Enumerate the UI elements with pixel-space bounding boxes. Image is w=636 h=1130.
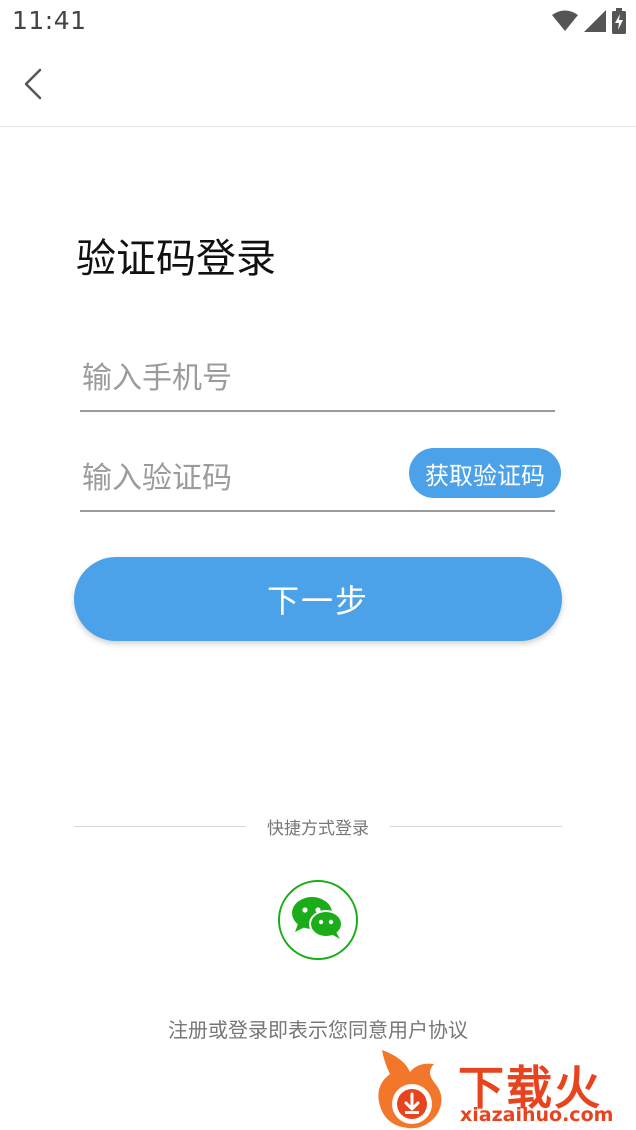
user-agreement-link[interactable]: 用户协议	[388, 1018, 468, 1042]
back-button[interactable]	[14, 62, 58, 106]
status-time: 11:41	[12, 6, 87, 35]
battery-charging-icon	[612, 8, 626, 38]
watermark: 下载火 xiazaihuo.com	[374, 1048, 636, 1130]
divider-right	[390, 826, 562, 827]
next-button[interactable]: 下一步	[74, 557, 562, 641]
verification-code-input[interactable]	[80, 450, 404, 506]
page-title: 验证码登录	[76, 236, 276, 282]
wechat-login-button[interactable]	[278, 880, 358, 960]
status-icons	[552, 8, 626, 38]
get-code-button[interactable]: 获取验证码	[409, 448, 561, 498]
watermark-url: xiazaihuo.com	[460, 1104, 614, 1126]
status-bar: 11:41	[0, 0, 636, 44]
quick-login-label: 快捷方式登录	[267, 819, 369, 839]
agreement-prefix: 注册或登录即表示您同意	[168, 1018, 388, 1042]
divider-left	[74, 826, 246, 827]
phone-field	[80, 350, 555, 412]
agreement-text: 注册或登录即表示您同意用户协议	[0, 1014, 636, 1043]
wechat-icon	[290, 894, 346, 946]
signal-icon	[584, 10, 606, 36]
chevron-left-icon	[14, 68, 58, 110]
nav-bar	[0, 44, 636, 127]
wifi-icon	[552, 10, 578, 36]
phone-input[interactable]	[80, 350, 404, 406]
